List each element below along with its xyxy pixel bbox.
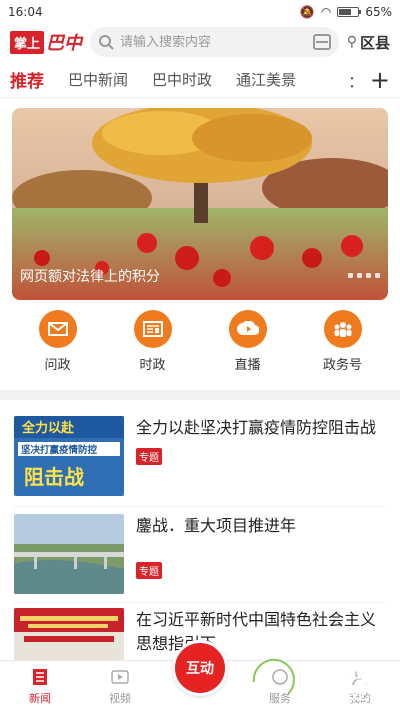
news-title: 在习近平新时代中国特色社会主义思想指引下 bbox=[136, 610, 377, 653]
thumb-text-2: 坚决打赢疫情防控 bbox=[21, 444, 98, 456]
location-pin-icon: ⚲ bbox=[346, 34, 357, 50]
thumb-text-1: 全力以赴 bbox=[21, 420, 75, 436]
news-title: 鏖战．重大项目推进年 bbox=[136, 516, 297, 535]
tab-bazhong-politics[interactable]: 巴中时政 bbox=[152, 69, 212, 90]
region-label: 区县 bbox=[359, 33, 390, 52]
shortcut-label: 时政 bbox=[139, 358, 166, 373]
tab-bazhong-news[interactable]: 巴中新闻 bbox=[68, 69, 128, 90]
news-item[interactable]: 鏖战．重大项目推进年 专题 bbox=[14, 514, 386, 594]
battery-percent: 65% bbox=[365, 5, 392, 19]
news-thumbnail: 全力以赴 坚决打赢疫情防控 阻击战 bbox=[14, 416, 124, 496]
mail-icon bbox=[38, 310, 77, 348]
banner-dot bbox=[366, 273, 371, 278]
more-tabs-icon[interactable]: ： bbox=[348, 68, 364, 92]
add-tab-button[interactable]: + bbox=[370, 66, 390, 94]
status-bar: 16:04 🔕 ◠ 65% bbox=[0, 0, 400, 24]
status-time: 16:04 bbox=[8, 5, 43, 19]
banner-caption: 网页额对法律上的积分 bbox=[20, 269, 160, 285]
topic-badge: 专题 bbox=[136, 448, 162, 465]
status-icons: 🔕 ◠ 65% bbox=[300, 5, 392, 19]
tab-tongjiang-scenery[interactable]: 通江美景 bbox=[236, 69, 296, 90]
topic-badge: 专题 bbox=[136, 562, 162, 579]
shortcut-grid: 问政 时政 直播 政务号 bbox=[0, 310, 400, 382]
interact-button[interactable]: 互动 bbox=[172, 640, 228, 696]
news-thumbnail bbox=[14, 514, 124, 594]
category-tabs: 推荐 巴中新闻 巴中时政 通江美景 ： + bbox=[0, 62, 400, 98]
battery-fill bbox=[339, 9, 352, 15]
watermark-text: 飞翔下载 bbox=[296, 663, 376, 687]
search-icon bbox=[99, 35, 114, 50]
shortcut-politics[interactable]: 时政 bbox=[113, 310, 193, 382]
thumb-text-3: 阻击战 bbox=[24, 465, 84, 489]
list-divider bbox=[14, 602, 386, 603]
battery-icon bbox=[337, 7, 362, 17]
newspaper-icon bbox=[133, 310, 172, 348]
people-icon bbox=[323, 310, 362, 348]
tab-recommend[interactable]: 推荐 bbox=[10, 67, 44, 92]
app-logo: 掌上 巴中 bbox=[10, 29, 82, 55]
shortcut-gov-accounts[interactable]: 政务号 bbox=[303, 310, 383, 382]
wifi-icon: ◠ bbox=[320, 5, 332, 19]
news-thumbnail bbox=[14, 608, 124, 660]
video-icon bbox=[111, 670, 129, 684]
logo-script: 巴中 bbox=[46, 33, 83, 54]
mute-icon: 🔕 bbox=[299, 5, 315, 19]
shortcut-live[interactable]: 直播 bbox=[208, 310, 288, 382]
watermark-logo: 飞翔下载 WWW.FXXZ.COM bbox=[251, 657, 395, 703]
banner-dot bbox=[357, 273, 362, 278]
shortcut-label: 问政 bbox=[44, 358, 71, 373]
region-selector[interactable]: ⚲ 区县 bbox=[347, 32, 390, 53]
news-title: 全力以赴坚决打赢疫情防控阻击战 bbox=[136, 418, 377, 437]
nav-news[interactable]: 新闻 bbox=[10, 667, 70, 706]
nav-label: 视频 bbox=[109, 692, 131, 705]
section-divider bbox=[0, 390, 400, 400]
app-header: 掌上 巴中 ⚲ 区县 bbox=[0, 24, 400, 60]
banner-dot bbox=[375, 273, 380, 278]
news-item[interactable]: 全力以赴 坚决打赢疫情防控 阻击战 全力以赴坚决打赢疫情防控阻击战 专题 bbox=[14, 416, 386, 496]
shortcut-label: 政务号 bbox=[322, 358, 362, 373]
nav-label: 新闻 bbox=[29, 692, 51, 705]
logo-box: 掌上 bbox=[10, 30, 45, 54]
banner-pagination bbox=[348, 273, 380, 278]
shortcut-inquiry[interactable]: 问政 bbox=[18, 310, 98, 382]
banner-dot bbox=[348, 273, 353, 278]
watermark-url: WWW.FXXZ.COM bbox=[300, 692, 395, 703]
nav-video[interactable]: 视频 bbox=[90, 667, 150, 706]
list-divider bbox=[14, 506, 386, 507]
scan-icon[interactable] bbox=[312, 34, 331, 50]
play-icon bbox=[228, 310, 267, 348]
search-input[interactable] bbox=[120, 34, 307, 50]
search-bar[interactable] bbox=[90, 27, 339, 57]
news-icon bbox=[33, 669, 47, 685]
banner-carousel[interactable]: 网页额对法律上的积分 bbox=[12, 108, 388, 300]
shortcut-label: 直播 bbox=[234, 358, 261, 373]
